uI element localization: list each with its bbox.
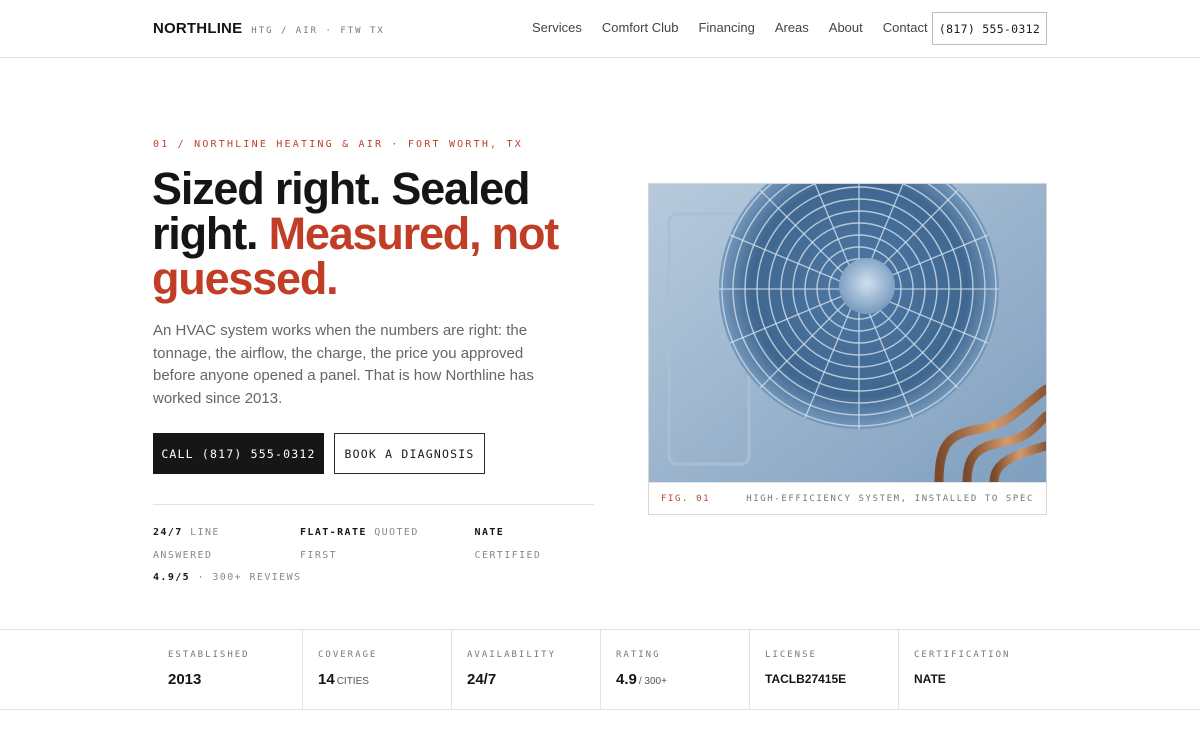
brand-tagline: HTG / AIR · FTW TX — [251, 26, 385, 36]
stat-certification: CERTIFICATION NATE — [898, 630, 1047, 710]
stat-label: CERTIFICATION — [914, 650, 1011, 660]
stat-value: 14 CITIES — [318, 671, 369, 688]
header-phone-button[interactable]: (817) 555-0312 — [932, 12, 1047, 45]
book-diagnosis-button[interactable]: BOOK A DIAGNOSIS — [334, 433, 485, 474]
stat-value: 24/7 — [467, 671, 497, 688]
hero-headline: Sized right. Sealed right. Measured, not… — [152, 166, 612, 301]
brand[interactable]: NORTHLINE HTG / AIR · FTW TX — [153, 20, 385, 37]
nav-financing[interactable]: Financing — [698, 20, 754, 35]
figure-caption: FIG. 01 HIGH-EFFICIENCY SYSTEM, INSTALLE… — [649, 482, 1046, 514]
nav-services[interactable]: Services — [532, 20, 582, 35]
fact-item: 4.9/5 · 300+ REVIEWS — [153, 572, 302, 583]
main-nav: Services Comfort Club Financing Areas Ab… — [532, 20, 948, 35]
brand-name: NORTHLINE — [153, 20, 243, 37]
stat-rating: RATING 4.9/ 300+ — [600, 630, 749, 710]
stat-established: ESTABLISHED 2013 — [153, 630, 303, 710]
stat-coverage: COVERAGE 14 CITIES — [302, 630, 451, 710]
call-button[interactable]: CALL (817) 555-0312 — [153, 433, 324, 474]
stat-value: TACLB27415E — [765, 672, 847, 686]
hero-lede: An HVAC system works when the numbers ar… — [153, 322, 534, 407]
hero-figure: FIG. 01 HIGH-EFFICIENCY SYSTEM, INSTALLE… — [648, 183, 1047, 515]
stat-value: 2013 — [168, 671, 202, 688]
fact-item: 24/7 LINE ANSWERED — [153, 527, 220, 561]
figure-number: FIG. 01 — [661, 493, 711, 504]
stat-label: ESTABLISHED — [168, 650, 250, 660]
divider — [153, 504, 594, 505]
fact-item: FLAT-RATE QUOTED FIRST — [300, 527, 419, 561]
condenser-fan-image — [649, 184, 1046, 482]
stat-value: NATE — [914, 672, 946, 686]
nav-about[interactable]: About — [829, 20, 863, 35]
stat-label: RATING — [616, 650, 661, 660]
nav-comfort-club[interactable]: Comfort Club — [602, 20, 679, 35]
trust-facts: 24/7 LINE ANSWERED FLAT-RATE QUOTED FIRS… — [153, 522, 594, 590]
stats-bar: ESTABLISHED 2013 COVERAGE 14 CITIES AVAIL… — [0, 629, 1200, 710]
condenser-fan-illustration — [649, 184, 1046, 482]
nav-contact[interactable]: Contact — [883, 20, 928, 35]
stat-availability: AVAILABILITY 24/7 — [451, 630, 600, 710]
stat-value: 4.9/ 300+ — [616, 671, 667, 688]
stat-label: COVERAGE — [318, 650, 378, 660]
hero-eyebrow: 01 / NORTHLINE HEATING & AIR · FORT WORT… — [153, 139, 523, 150]
figure-caption-text: HIGH-EFFICIENCY SYSTEM, INSTALLED TO SPE… — [746, 493, 1034, 504]
stat-license: LICENSE TACLB27415E — [749, 630, 898, 710]
stat-label: LICENSE — [765, 650, 817, 660]
stat-label: AVAILABILITY — [467, 650, 557, 660]
nav-areas[interactable]: Areas — [775, 20, 809, 35]
fact-item: NATE CERTIFIED — [474, 527, 542, 561]
site-header: NORTHLINE HTG / AIR · FTW TX Services Co… — [0, 0, 1200, 58]
